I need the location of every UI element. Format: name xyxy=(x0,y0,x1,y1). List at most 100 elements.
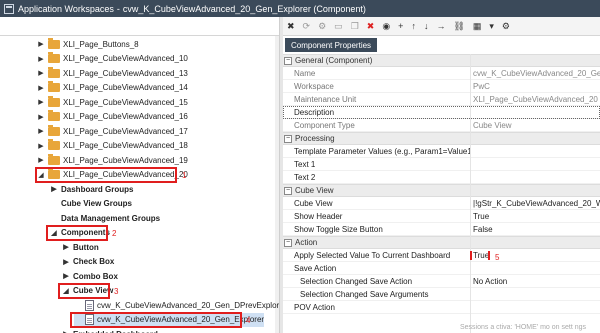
property-row[interactable]: Show Header True xyxy=(283,210,600,223)
property-value[interactable]: True xyxy=(470,212,600,221)
property-row[interactable]: Text 2 xyxy=(283,171,600,184)
tree-item-label: XLI_Page_CubeViewAdvanced_18 xyxy=(63,141,188,150)
expand-arrow-icon[interactable]: ▶ xyxy=(37,127,45,135)
property-name: Show Toggle Size Button xyxy=(294,224,383,234)
move-up-icon[interactable]: ↑ xyxy=(411,21,416,31)
expand-arrow-icon[interactable]: ▶ xyxy=(37,55,45,63)
property-row[interactable]: Cube View |!gStr_K_CubeViewAdvanced_20_WS… xyxy=(283,197,600,210)
refresh-icon[interactable]: ⟳ xyxy=(303,21,311,32)
settings-gear-icon[interactable]: ⚙ xyxy=(502,21,510,32)
annotation-number: 3 xyxy=(114,286,119,296)
property-row[interactable]: Workspace PwC xyxy=(283,80,600,93)
annotation-number: 1 xyxy=(182,170,187,180)
expand-arrow-icon[interactable]: ▶ xyxy=(37,84,45,92)
property-value[interactable]: PwC xyxy=(470,82,600,91)
tree-item[interactable]: ▶ XLI_Page_Buttons_8 xyxy=(37,37,139,51)
property-row[interactable]: Name cvw_K_CubeViewAdvanced_20_Gen_Explor… xyxy=(283,67,600,80)
tab-component-properties[interactable]: Component Properties xyxy=(285,38,378,52)
add-icon[interactable]: + xyxy=(398,21,403,31)
tree-item[interactable]: ▶ XLI_Page_CubeViewAdvanced_19 xyxy=(37,153,188,167)
collapse-section-icon[interactable]: − xyxy=(284,134,292,143)
tree-item[interactable]: ▶ XLI_Page_CubeViewAdvanced_17 xyxy=(37,124,188,138)
property-row[interactable]: Maintenance Unit XLI_Page_CubeViewAdvance… xyxy=(283,93,600,106)
tree-item[interactable]: ▶ XLI_Page_CubeViewAdvanced_14 xyxy=(37,81,188,95)
tree-item[interactable]: ▶ XLI_Page_CubeViewAdvanced_10 xyxy=(37,52,188,66)
tree-item[interactable]: ▶ Combo Box xyxy=(62,269,118,283)
maintenance-unit-icon xyxy=(48,110,60,121)
maintenance-unit-icon xyxy=(48,139,60,150)
property-value[interactable]: |!gStr_K_CubeViewAdvanced_20_WSCT xyxy=(470,199,600,208)
tree-item[interactable]: ▶ Button xyxy=(62,240,98,254)
dropdown-icon[interactable]: ▾ xyxy=(489,21,494,32)
property-row[interactable]: Show Toggle Size Button False xyxy=(283,223,600,236)
expand-arrow-icon[interactable]: ▶ xyxy=(37,98,45,106)
expand-arrow-icon[interactable]: ▶ xyxy=(62,272,70,280)
property-value[interactable]: cvw_K_CubeViewAdvanced_20_Gen_Explorer xyxy=(470,69,600,78)
property-row[interactable]: Apply Selected Value To Current Dashboar… xyxy=(283,249,600,262)
property-value[interactable]: False xyxy=(470,225,600,234)
tree-item-label: XLI_Page_CubeViewAdvanced_10 xyxy=(63,54,188,63)
property-name: Maintenance Unit xyxy=(294,94,357,104)
collapse-section-icon[interactable]: − xyxy=(284,238,292,247)
tree-item-label: XLI_Page_CubeViewAdvanced_15 xyxy=(63,97,188,107)
maintenance-unit-icon xyxy=(48,124,60,136)
maintenance-unit-icon xyxy=(48,95,60,107)
delete-icon[interactable]: ✖ xyxy=(367,21,375,32)
link-icon[interactable]: ⛓ xyxy=(453,21,464,32)
property-section[interactable]: − General (Component) xyxy=(283,54,600,67)
property-section[interactable]: − Action xyxy=(283,236,600,249)
property-row[interactable]: Save Action xyxy=(283,262,600,275)
property-name: Cube View xyxy=(294,198,333,208)
tree-item[interactable]: ▶ Dashboard Groups xyxy=(50,182,133,196)
property-row[interactable]: Description xyxy=(283,106,600,119)
workspace-tree: ▶ XLI_Page_Buttons_8 ▶ XLI_Page_CubeViewAdv… xyxy=(0,36,279,333)
tree-item[interactable]: Data Management Groups xyxy=(50,211,160,225)
expand-arrow-icon[interactable]: ▶ xyxy=(37,69,45,77)
collapse-section-icon[interactable]: − xyxy=(284,186,292,195)
property-section[interactable]: − Cube View xyxy=(283,184,600,197)
expand-arrow-icon[interactable]: ▶ xyxy=(37,156,45,164)
tree-item-label: XLI_Page_CubeViewAdvanced_16 xyxy=(63,112,188,121)
property-row[interactable]: Component Type Cube View xyxy=(283,119,600,132)
expand-arrow-icon[interactable]: ▶ xyxy=(37,142,45,150)
tree-item[interactable]: ▶ XLI_Page_CubeViewAdvanced_18 xyxy=(37,139,188,153)
move-down-icon[interactable]: ↓ xyxy=(424,21,429,31)
move-right-icon[interactable]: → xyxy=(436,21,445,31)
section-label: General (Component) xyxy=(295,56,373,65)
tree-item-label: XLI_Page_Buttons_8 xyxy=(63,39,139,49)
tree-item[interactable]: ▶ XLI_Page_CubeViewAdvanced_15 xyxy=(37,95,188,109)
tree-item-label: Embedded Dashboard xyxy=(73,330,158,333)
property-value[interactable]: XLI_Page_CubeViewAdvanced_20 xyxy=(470,95,600,104)
property-row[interactable]: POV Action xyxy=(283,301,600,314)
property-row[interactable]: Selection Changed Save Action No Action xyxy=(283,275,600,288)
tree-item[interactable]: Cube View Groups xyxy=(50,197,132,211)
expand-arrow-icon[interactable]: ▶ xyxy=(62,243,70,251)
copy-icon[interactable]: ❐ xyxy=(351,21,359,32)
tree-item[interactable]: ▶ Check Box xyxy=(62,255,114,269)
save-icon[interactable]: ▭ xyxy=(334,21,343,32)
grid-icon[interactable]: ▦ xyxy=(473,21,482,32)
collapse-section-icon[interactable]: − xyxy=(284,56,292,65)
tree-item[interactable]: ▶ XLI_Page_CubeViewAdvanced_16 xyxy=(37,110,188,124)
properties-pane: ✖ ⟳ ⚙ ▭ ❐ ✖ ◉ + ↑ ↓ → ⛓ ▦ ▾ ⚙ Component Properties − Ge… xyxy=(283,17,600,333)
tree-item[interactable]: ▶ XLI_Page_CubeViewAdvanced_13 xyxy=(37,66,188,80)
expand-arrow-icon[interactable]: ▶ xyxy=(37,113,45,121)
tree-item[interactable]: ▶Embedded Dashboard xyxy=(62,327,158,333)
expand-arrow-icon[interactable]: ▶ xyxy=(50,185,58,193)
property-name: Name xyxy=(294,68,316,78)
view-icon[interactable]: ◉ xyxy=(382,21,390,32)
property-section[interactable]: − Processing xyxy=(283,132,600,145)
property-row[interactable]: Selection Changed Save Arguments xyxy=(283,288,600,301)
property-value[interactable]: No Action xyxy=(470,277,600,286)
tree-item[interactable]: cvw_K_CubeViewAdvanced_20_Gen_DPrevExplo… xyxy=(74,298,279,312)
expand-arrow-icon[interactable]: ▶ xyxy=(37,40,45,48)
expand-arrow-icon[interactable]: ▶ xyxy=(62,258,70,266)
property-value[interactable]: True 5 xyxy=(470,250,600,260)
property-row[interactable]: Template Parameter Values (e.g., Param1=… xyxy=(283,145,600,158)
property-row[interactable]: Text 1 xyxy=(283,158,600,171)
settings-icon[interactable]: ⚙ xyxy=(318,21,326,32)
property-value[interactable]: Cube View xyxy=(470,121,600,130)
property-name: Description xyxy=(294,107,335,117)
property-name: Component Type xyxy=(294,120,355,130)
close-x-icon[interactable]: ✖ xyxy=(287,21,295,32)
